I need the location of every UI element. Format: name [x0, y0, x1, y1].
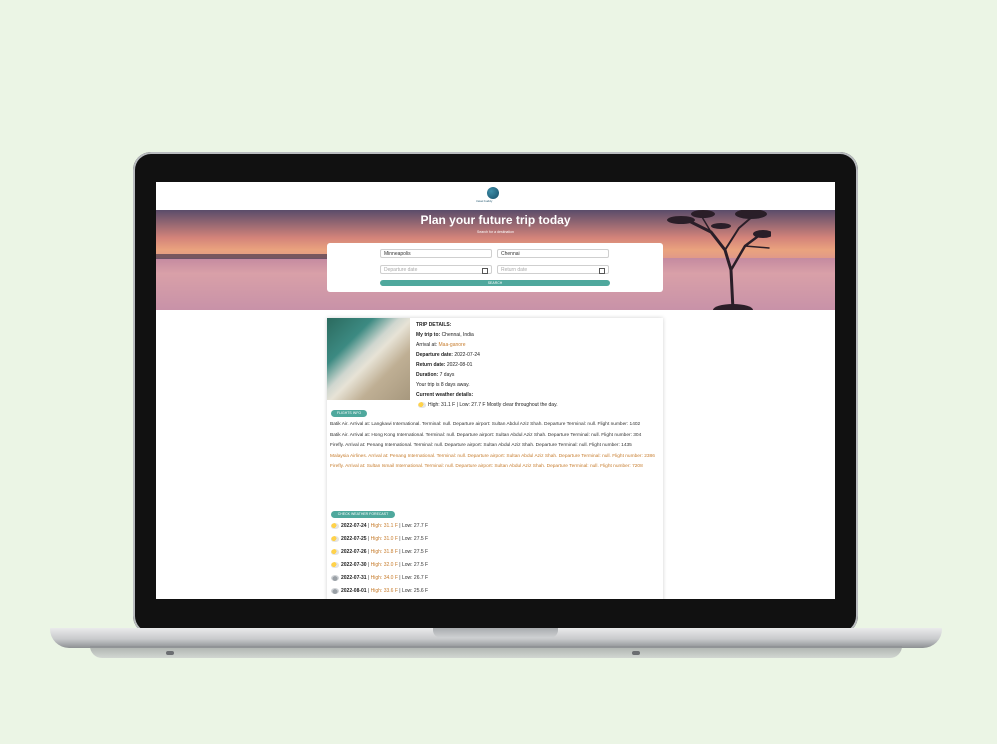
sun-cloud-icon: [418, 401, 426, 408]
duration-value: 7 days: [439, 372, 455, 378]
flight-airline: Batik Air.: [330, 422, 349, 427]
flight-details: Arrival at: Sultan Ismail International.…: [345, 464, 643, 469]
forecast-high: High: 33.6 F: [370, 588, 398, 594]
my-trip-label: My trip to:: [416, 332, 441, 338]
forecast-high: High: 32.0 F: [370, 562, 398, 568]
logo-text[interactable]: travel buddy: [476, 199, 492, 203]
laptop-base-shadow: [90, 646, 902, 658]
laptop-foot: [166, 651, 174, 655]
flight-details: Arrival at: Langkawi International. Term…: [349, 422, 641, 427]
to-input[interactable]: Chennai: [497, 249, 609, 258]
return-date-input[interactable]: Return date: [497, 265, 609, 274]
forecast-date: 2022-07-25: [341, 536, 367, 542]
forecast-low: Low: 27.5 F: [401, 562, 429, 568]
list-item: 2022-07-25 | High: 31.0 F | Low: 27.5 F: [331, 533, 428, 546]
flight-airline: Malaysia Airlines.: [330, 453, 368, 459]
forecast-high: High: 31.8 F: [370, 549, 398, 555]
flights-info-button[interactable]: FLIGHTS INFO: [331, 410, 367, 417]
list-item: 2022-07-30 | High: 32.0 F | Low: 27.5 F: [331, 559, 428, 572]
arrival-label: Arrival at:: [416, 342, 438, 348]
weather-forecast-button[interactable]: CHECK WEATHER FORECAST: [331, 511, 395, 518]
forecast-list: 2022-07-24 | High: 31.1 F | Low: 27.7 F …: [331, 520, 428, 598]
departure-date-input[interactable]: Departure date: [380, 265, 492, 274]
sun-cloud-icon: [331, 522, 339, 529]
departure-date-placeholder: Departure date: [384, 267, 418, 273]
forecast-date: 2022-07-31: [341, 575, 367, 581]
from-input[interactable]: Minneapolis: [380, 249, 492, 258]
current-weather: High: 31.1 F | Low: 27.7 F Mostly clear …: [428, 402, 558, 408]
laptop-foot: [632, 651, 640, 655]
forecast-date: 2022-07-30: [341, 562, 367, 568]
arrival-value: Maa-ganore: [438, 342, 466, 348]
hero-banner: Plan your future trip today Search for a…: [156, 210, 835, 310]
laptop-screen: travel buddy Plan your future trip today…: [156, 182, 835, 599]
forecast-date: 2022-07-26: [341, 549, 367, 555]
calendar-icon[interactable]: [482, 268, 488, 274]
flights-list: Batik Air. Arrival at: Langkawi Internat…: [330, 420, 658, 473]
return-label: Return date:: [416, 362, 446, 368]
cloud-icon: [331, 574, 339, 581]
list-item: 2022-07-24 | High: 31.1 F | Low: 27.7 F: [331, 520, 428, 533]
flight-details: Arrival at: Penang International. Termin…: [345, 443, 632, 448]
search-card: Minneapolis Chennai Departure date Retur…: [327, 243, 663, 292]
flight-details: Arrival at: Hong Kong International. Ter…: [349, 432, 642, 438]
forecast-low: Low: 27.5 F: [401, 549, 429, 555]
forecast-low: Low: 25.6 F: [401, 588, 429, 594]
weather-label: Current weather details:: [416, 392, 474, 398]
forecast-low: Low: 26.7 F: [401, 575, 429, 581]
destination-image: [327, 318, 410, 400]
cloud-icon: [331, 587, 339, 594]
forecast-low: Low: 27.5 F: [401, 536, 429, 542]
laptop-notch: [433, 628, 558, 638]
forecast-low: Low: 27.7 F: [401, 523, 429, 529]
forecast-high: High: 31.1 F: [370, 523, 398, 529]
list-item: Batik Air. Arrival at: Hong Kong Interna…: [330, 431, 658, 442]
sun-cloud-icon: [331, 561, 339, 568]
forecast-high: High: 34.0 F: [370, 575, 398, 581]
header: travel buddy: [156, 182, 835, 210]
calendar-icon[interactable]: [599, 268, 605, 274]
return-date-placeholder: Return date: [501, 267, 528, 273]
search-button[interactable]: SEARCH: [380, 280, 610, 286]
trip-card: TRIP DETAILS: My trip to: Chennai, India…: [327, 318, 663, 599]
forecast-date: 2022-08-01: [341, 588, 367, 594]
return-value: 2022-08-01: [446, 362, 473, 368]
trip-heading: TRIP DETAILS:: [416, 322, 452, 328]
trip-info: TRIP DETAILS: My trip to: Chennai, India…: [416, 320, 558, 410]
list-item: Firefly. Arrival at: Penang Internationa…: [330, 441, 658, 452]
globe-icon[interactable]: [487, 187, 499, 199]
hero-shoreline: [156, 254, 336, 259]
days-away: Your trip is 8 days away.: [416, 382, 470, 388]
list-item: Firefly. Arrival at: Sultan Ismail Inter…: [330, 462, 658, 473]
flight-airline: Batik Air.: [330, 432, 349, 438]
my-trip-value: Chennai, India: [441, 332, 474, 338]
hero-title: Plan your future trip today: [420, 213, 571, 227]
flight-airline: Firefly.: [330, 464, 345, 469]
flight-airline: Firefly.: [330, 443, 345, 448]
list-item: 2022-07-26 | High: 31.8 F | Low: 27.5 F: [331, 546, 428, 559]
hero-subtitle: Search for a destination: [477, 230, 514, 234]
list-item: Batik Air. Arrival at: Langkawi Internat…: [330, 420, 658, 431]
duration-label: Duration:: [416, 372, 439, 378]
departure-value: 2022-07-24: [454, 352, 480, 358]
forecast-high: High: 31.0 F: [370, 536, 398, 542]
sun-cloud-icon: [331, 548, 339, 555]
list-item: 2022-08-01 | High: 33.6 F | Low: 25.6 F: [331, 585, 428, 598]
list-item: Malaysia Airlines. Arrival at: Penang In…: [330, 452, 658, 463]
list-item: 2022-07-31 | High: 34.0 F | Low: 26.7 F: [331, 572, 428, 585]
departure-label: Departure date:: [416, 352, 453, 358]
flight-details: Arrival at: Penang International. Termin…: [368, 453, 655, 459]
sun-cloud-icon: [331, 535, 339, 542]
forecast-date: 2022-07-24: [341, 523, 367, 529]
